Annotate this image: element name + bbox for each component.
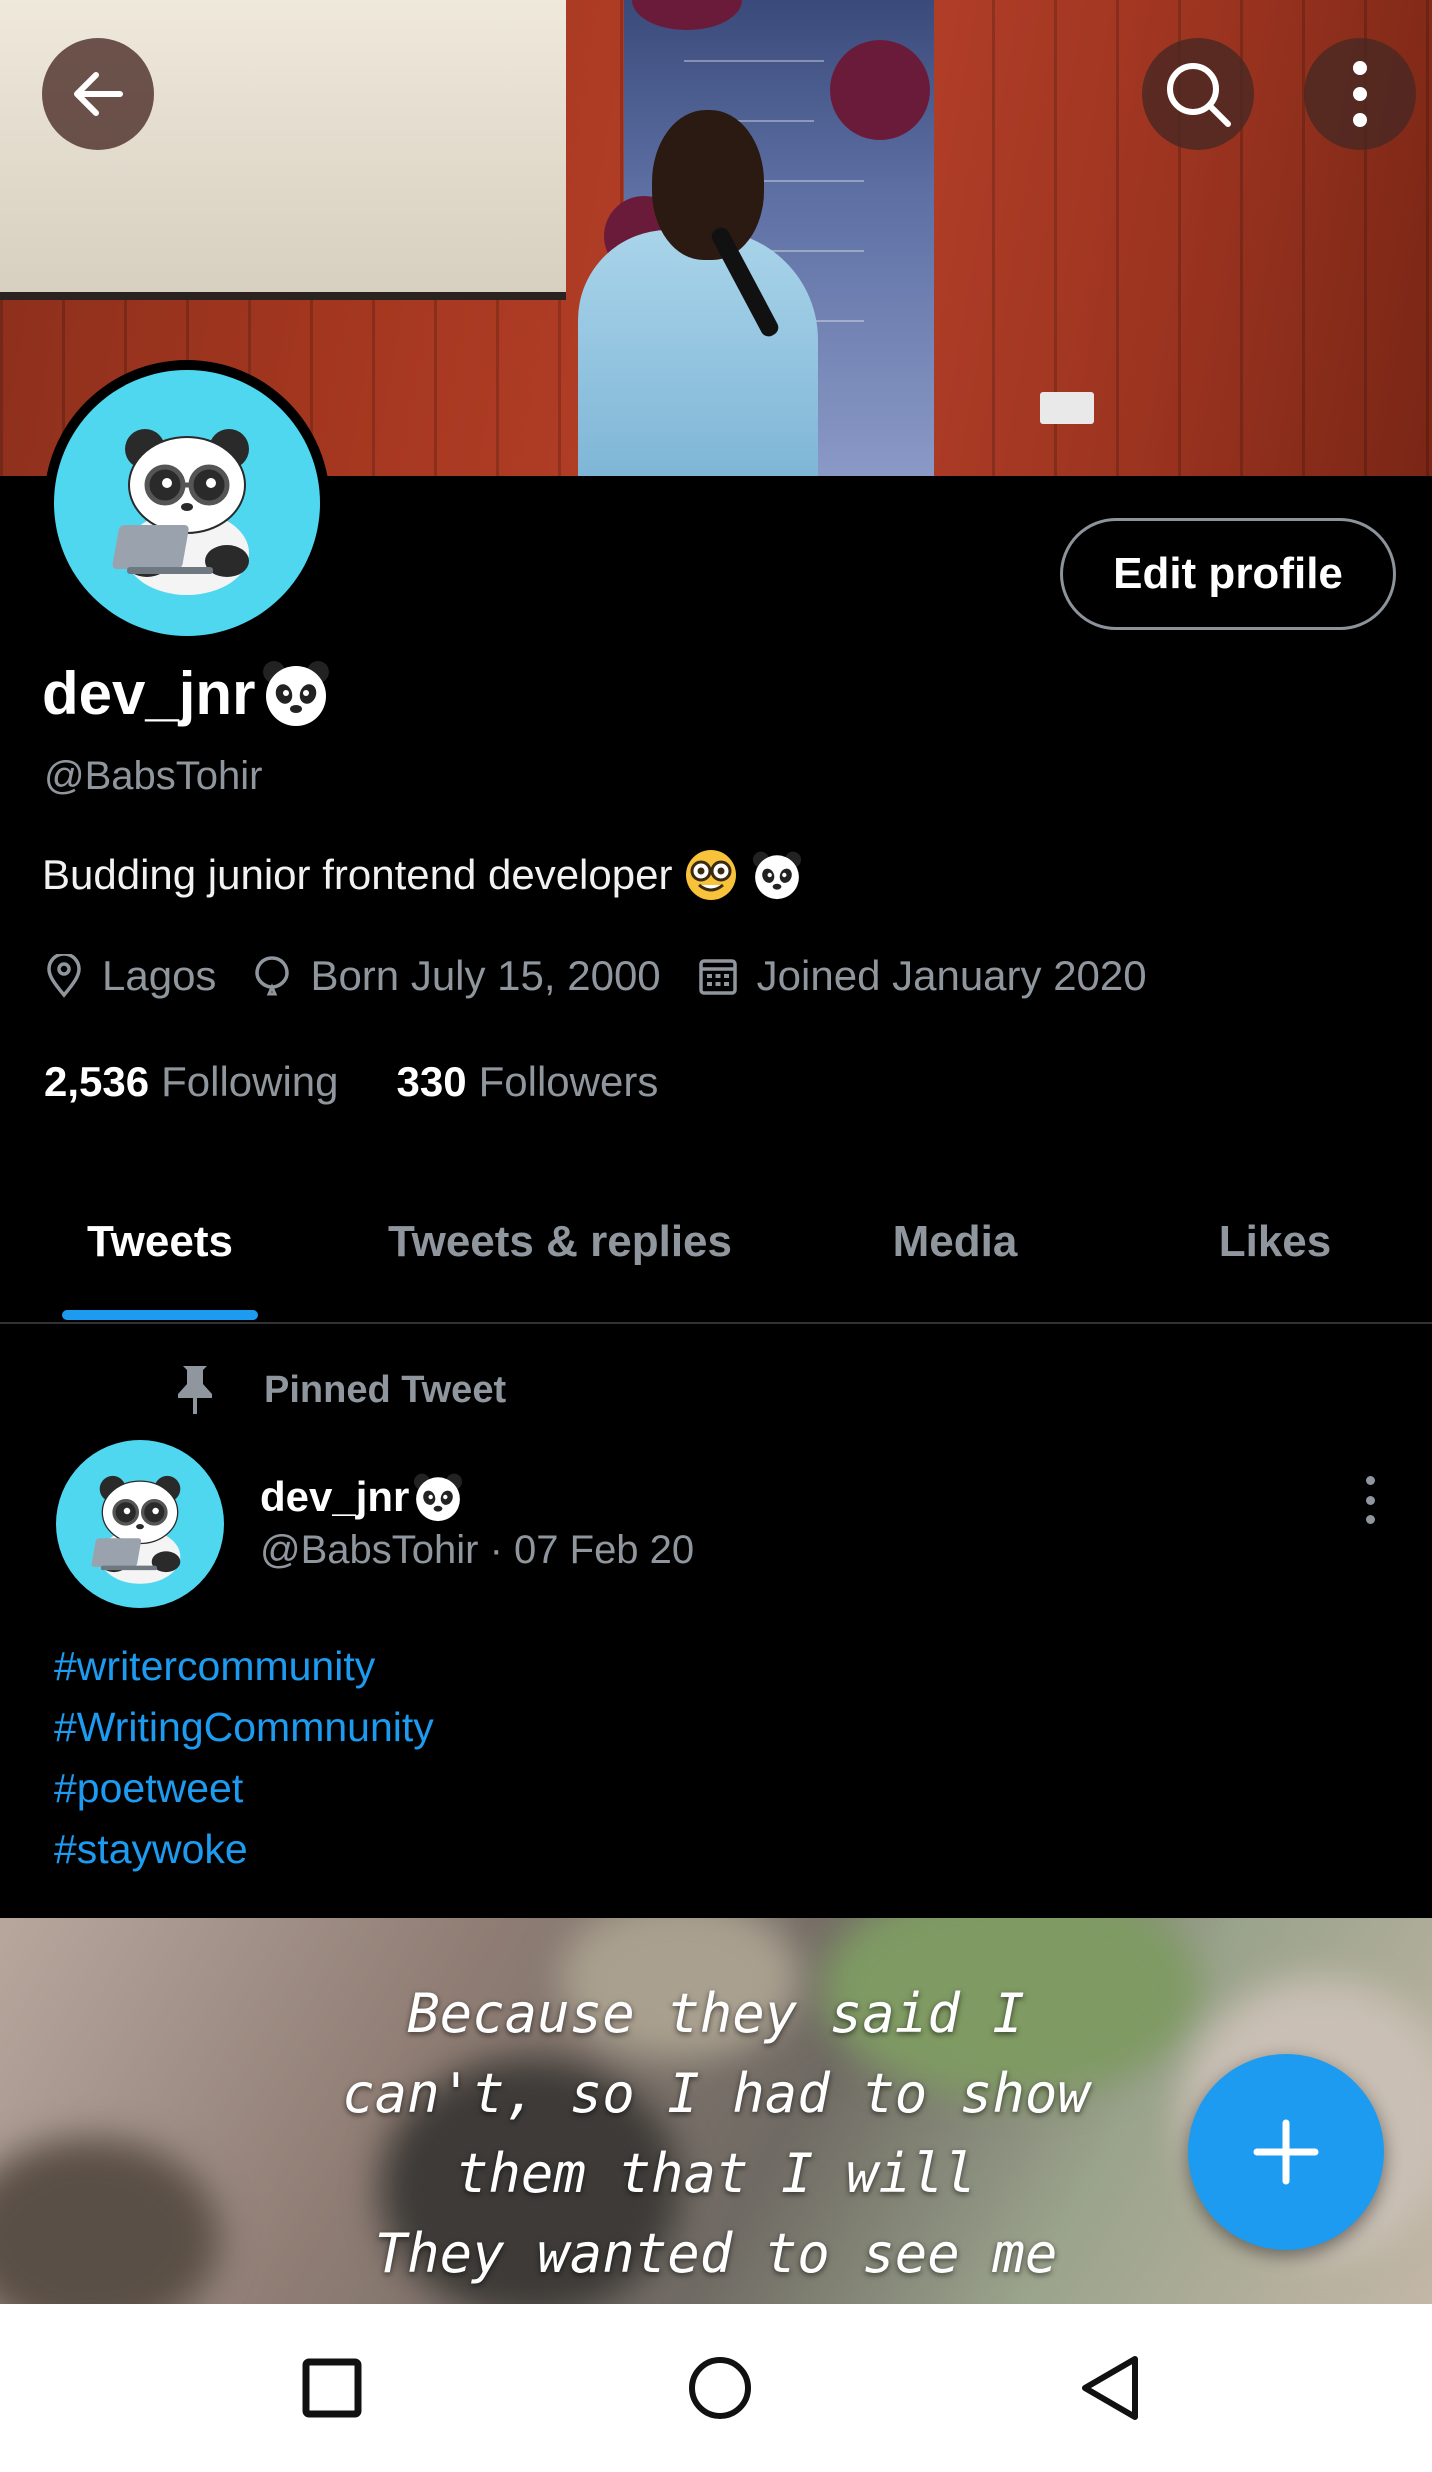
tab-tweets[interactable]: Tweets [0,1160,320,1324]
panda-laptop-avatar-icon [91,1475,181,1584]
profile-bio: Budding junior frontend developer [42,851,673,898]
tweet-author-name: dev_jnr [260,1473,410,1520]
tab-tweets-replies[interactable]: Tweets & replies [340,1160,780,1324]
display-name-row: dev_jnr [42,656,333,730]
calendar-icon [698,959,737,995]
search-icon [1167,63,1231,127]
hashtag-link[interactable]: #WritingCommnunity [54,1697,434,1758]
poster-line [684,60,824,62]
plus-icon [1253,2119,1319,2185]
system-navigation-bar [0,2304,1432,2472]
panda-laptop-avatar-icon [112,429,249,595]
tabs-divider [0,1322,1432,1324]
tweet-author-row: dev_jnr [260,1470,465,1524]
home-button[interactable] [640,2304,800,2472]
tab-likes[interactable]: Likes [1130,1160,1420,1324]
active-tab-indicator [62,1310,258,1320]
panda-face-emoji-icon [753,851,802,900]
poster-circle [632,0,742,30]
location-pin-icon [47,954,81,998]
following-count: 2,536 [44,1058,150,1105]
profile-bio-row: Budding junior frontend developer [42,848,804,902]
follow-stats: 2,536 Following 330 Followers [44,1058,716,1106]
profile-avatar[interactable] [44,360,330,646]
circle-home-icon [689,2357,751,2419]
tweet-hashtags: #writercommunity #WritingCommnunity #poe… [54,1636,434,1880]
compose-tweet-button[interactable] [1188,2054,1384,2250]
location-item: Lagos [44,952,216,1000]
system-back-button[interactable] [1030,2304,1190,2472]
arrow-left-icon [74,72,123,116]
banner-wall-outlet [1040,392,1094,424]
dot [1365,1515,1375,1524]
followers-stat[interactable]: 330 Followers [397,1058,659,1106]
banner-speaker-head [652,110,764,260]
nerd-face-emoji-icon [686,850,737,900]
hashtag-link[interactable]: #writercommunity [54,1636,434,1697]
edit-profile-button[interactable]: Edit profile [1060,518,1396,630]
poster-circle [830,40,930,140]
birthday-text: Born July 15, 2000 [310,952,661,999]
display-name: dev_jnr [42,659,256,727]
pin-icon [178,1366,212,1414]
profile-meta-row: Lagos Born July 15, 2000 Joined January … [44,952,1183,1000]
birthday-item: Born July 15, 2000 [252,952,661,1000]
pinned-tweet-label: Pinned Tweet [264,1368,507,1411]
tweet-handle-date: @BabsTohir · 07 Feb 20 [260,1528,695,1572]
joined-text: Joined January 2020 [756,952,1147,999]
pinned-tweet-header: Pinned Tweet [170,1362,506,1418]
dot [1365,1476,1375,1485]
triangle-back-icon [1082,2356,1138,2420]
following-stat[interactable]: 2,536 Following [44,1058,339,1106]
tweet-author-avatar[interactable] [56,1440,224,1608]
banner-speaker-shirt [578,230,818,476]
dot [1365,1495,1375,1505]
balloon-icon [255,956,290,996]
following-label: Following [161,1058,339,1105]
profile-handle: @BabsTohir [44,754,263,798]
joined-item: Joined January 2020 [697,952,1147,1000]
tweet-more-button[interactable] [1350,1470,1390,1530]
square-recents-icon [302,2358,362,2418]
more-vertical-icon [1353,61,1367,127]
back-button[interactable] [42,38,154,150]
followers-count: 330 [396,1058,467,1105]
hashtag-link[interactable]: #staywoke [54,1819,434,1880]
tab-media[interactable]: Media [810,1160,1100,1324]
hashtag-link[interactable]: #poetweet [54,1758,434,1819]
search-button[interactable] [1142,38,1254,150]
avatar-image [54,370,320,636]
location-text: Lagos [102,952,217,999]
recents-button[interactable] [252,2304,412,2472]
panda-face-emoji-icon [263,661,330,726]
more-options-button[interactable] [1304,38,1416,150]
panda-face-emoji-icon [414,1473,463,1522]
profile-tabs: Tweets Tweets & replies Media Likes [0,1160,1432,1324]
followers-label: Followers [478,1058,659,1105]
